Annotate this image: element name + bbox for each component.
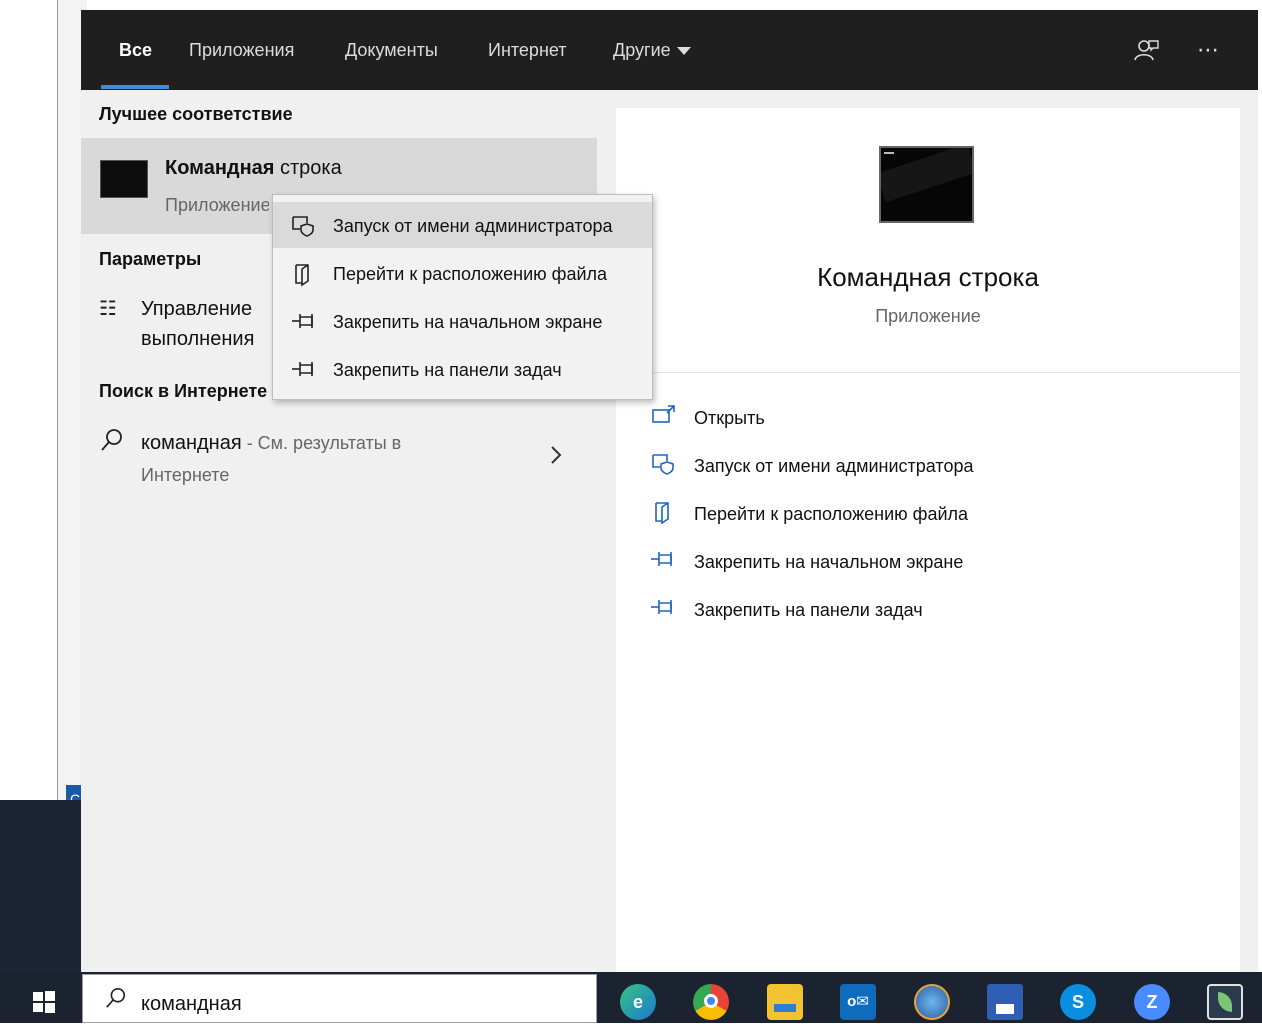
desktop-background bbox=[0, 800, 82, 972]
action-pin-taskbar[interactable]: Закрепить на панели задач bbox=[648, 594, 1208, 630]
web-result-line2[interactable]: Интернете bbox=[141, 465, 229, 486]
file-location-icon bbox=[648, 500, 678, 532]
zoom-icon[interactable]: Z bbox=[1134, 984, 1170, 1020]
command-prompt-large-icon bbox=[876, 143, 977, 223]
feedback-icon[interactable] bbox=[1133, 10, 1159, 90]
outlook-icon[interactable]: o✉ bbox=[840, 984, 876, 1020]
action-open[interactable]: Открыть bbox=[648, 402, 1208, 438]
context-menu-label-pin-start: Закрепить на начальном экране bbox=[333, 312, 603, 332]
settings-item-line2[interactable]: выполнения bbox=[141, 328, 271, 351]
pin-icon bbox=[290, 310, 314, 337]
context-menu-item-pin-taskbar[interactable]: Закрепить на панели задач bbox=[273, 346, 652, 392]
chevron-down-icon bbox=[676, 47, 691, 56]
active-tab-indicator bbox=[101, 85, 169, 89]
settings-item-line1[interactable]: Управление bbox=[141, 298, 271, 321]
command-prompt-app-icon bbox=[100, 160, 148, 198]
admin-shield-icon bbox=[290, 214, 314, 243]
best-match-heading: Лучшее соответствие bbox=[99, 104, 293, 124]
file-explorer-icon[interactable] bbox=[767, 984, 803, 1020]
tab-more[interactable]: Другие bbox=[613, 10, 691, 90]
search-icon bbox=[100, 428, 124, 457]
taskbar-search-box[interactable]: командная bbox=[82, 974, 597, 1023]
preview-divider bbox=[616, 372, 1240, 373]
tab-more-label: Другие bbox=[613, 40, 671, 60]
open-icon bbox=[648, 404, 678, 432]
action-run-as-admin-label: Запуск от имени администратора bbox=[694, 456, 974, 476]
tab-all[interactable]: Все bbox=[119, 10, 152, 90]
chrome-icon[interactable] bbox=[693, 984, 729, 1020]
action-open-label: Открыть bbox=[694, 408, 765, 428]
preview-title: Командная строка bbox=[817, 262, 1039, 292]
globe-icon[interactable] bbox=[914, 984, 950, 1020]
tab-web[interactable]: Интернет bbox=[488, 10, 567, 90]
file-location-icon bbox=[290, 262, 314, 293]
edge-icon[interactable]: e bbox=[620, 984, 656, 1020]
preview-subtitle: Приложение bbox=[875, 306, 981, 326]
action-open-file-location[interactable]: Перейти к расположению файла bbox=[648, 498, 1208, 534]
search-input[interactable]: командная bbox=[141, 993, 242, 1016]
tab-documents[interactable]: Документы bbox=[345, 10, 438, 90]
web-search-heading: Поиск в Интернете bbox=[99, 381, 268, 401]
web-result-line1[interactable]: командная - См. результаты в bbox=[141, 432, 401, 455]
best-match-subtitle: Приложение bbox=[165, 195, 269, 215]
action-pin-start[interactable]: Закрепить на начальном экране bbox=[648, 546, 1208, 582]
search-icon bbox=[105, 987, 127, 1014]
admin-shield-icon bbox=[648, 452, 678, 482]
leaf-app-icon[interactable] bbox=[1207, 984, 1243, 1020]
action-run-as-admin[interactable]: Запуск от имени администратора bbox=[648, 450, 1208, 486]
settings-heading: Параметры bbox=[99, 249, 202, 269]
pin-icon bbox=[648, 596, 678, 624]
search-filter-bar: Все Приложения Документы Интернет Другие… bbox=[81, 10, 1258, 90]
chevron-right-icon[interactable] bbox=[549, 444, 563, 471]
context-menu-item-file-location[interactable]: Перейти к расположению файла bbox=[273, 250, 652, 296]
list-settings-icon: ☷ bbox=[99, 298, 117, 320]
context-menu-label-file-location: Перейти к расположению файла bbox=[333, 264, 608, 284]
more-options-icon[interactable]: ⋯ bbox=[1197, 10, 1219, 90]
context-menu-item-pin-start[interactable]: Закрепить на начальном экране bbox=[273, 298, 652, 344]
skype-icon[interactable]: S bbox=[1060, 984, 1096, 1020]
pin-icon bbox=[648, 548, 678, 576]
context-menu-label-pin-taskbar: Закрепить на панели задач bbox=[333, 360, 562, 380]
preview-pane bbox=[616, 108, 1240, 972]
action-pin-start-label: Закрепить на начальном экране bbox=[694, 552, 964, 572]
best-match-title: Командная строка bbox=[165, 157, 342, 179]
action-open-file-location-label: Перейти к расположению файла bbox=[694, 504, 969, 524]
action-pin-taskbar-label: Закрепить на панели задач bbox=[694, 600, 923, 620]
tab-apps[interactable]: Приложения bbox=[189, 10, 294, 90]
context-menu-label-run-as-admin: Запуск от имени администратора bbox=[333, 216, 613, 236]
floppy-save-icon[interactable] bbox=[987, 984, 1023, 1020]
windows-start-icon[interactable] bbox=[32, 990, 56, 1019]
pin-icon bbox=[290, 358, 314, 385]
